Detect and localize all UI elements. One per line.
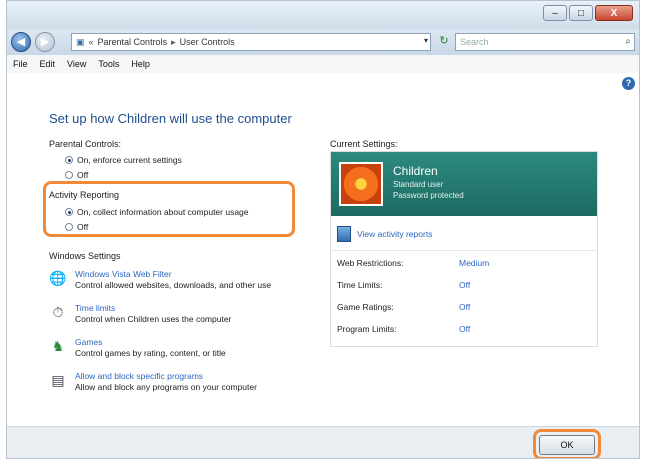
setting-row-web: Web Restrictions: Medium <box>337 258 587 268</box>
dialog-footer: OK <box>7 426 639 458</box>
parental-controls-label: Parental Controls: <box>49 139 122 149</box>
radio-unselected-icon <box>65 223 73 231</box>
user-type: Standard user <box>393 180 444 189</box>
menu-view[interactable]: View <box>67 59 86 69</box>
setting-value[interactable]: Off <box>459 324 470 334</box>
divider <box>331 250 597 251</box>
menu-edit[interactable]: Edit <box>40 59 56 69</box>
minimize-button[interactable]: – <box>543 5 567 21</box>
menu-bar: File Edit View Tools Help <box>7 55 639 74</box>
parental-on-label: On, enforce current settings <box>77 155 182 165</box>
title-bar: – □ X <box>7 1 639 29</box>
user-card: Children Standard user Password protecte… <box>331 152 597 216</box>
address-bar[interactable]: ▣ « Parental Controls ▸ User Controls ▾ <box>71 33 431 51</box>
windows-settings-label: Windows Settings <box>49 251 121 261</box>
main-content: ? Set up how Children will use the compu… <box>7 73 639 426</box>
user-name: Children <box>393 164 438 178</box>
breadcrumb-separator: « <box>88 37 94 47</box>
setting-row-programs: Program Limits: Off <box>337 324 587 334</box>
time-limits-item[interactable]: ⏱ Time limits Control when Children uses… <box>49 303 232 325</box>
programs-link[interactable]: Allow and block specific programs <box>75 371 257 382</box>
refresh-icon[interactable]: ↻ <box>433 34 455 50</box>
programs-item[interactable]: ▤ Allow and block specific programs Allo… <box>49 371 257 393</box>
web-filter-desc: Control allowed websites, downloads, and… <box>75 280 272 290</box>
radio-unselected-icon <box>65 171 73 179</box>
close-button[interactable]: X <box>595 5 633 21</box>
web-filter-link[interactable]: Windows Vista Web Filter <box>75 269 271 280</box>
setting-row-time: Time Limits: Off <box>337 280 587 290</box>
forward-button[interactable]: ▶ <box>35 32 55 52</box>
clock-icon: ⏱ <box>52 304 64 320</box>
parental-off-label: Off <box>77 170 89 180</box>
current-settings-label: Current Settings: <box>330 139 398 149</box>
help-icon[interactable]: ? <box>622 77 635 90</box>
games-link[interactable]: Games <box>75 337 226 348</box>
breadcrumb-user-controls[interactable]: User Controls <box>180 37 235 47</box>
activity-off-label: Off <box>77 222 89 232</box>
control-panel-icon: ▣ <box>76 36 85 47</box>
chevron-down-icon[interactable]: ▾ <box>424 36 428 45</box>
back-button[interactable]: ◀ <box>11 32 31 52</box>
time-limits-link[interactable]: Time limits <box>75 303 231 314</box>
search-input[interactable]: Search ⌕ <box>455 33 635 51</box>
window-controls: – □ X <box>543 5 633 21</box>
ok-button[interactable]: OK <box>539 435 595 455</box>
setting-row-games: Game Ratings: Off <box>337 302 587 312</box>
activity-on-label: On, collect information about computer u… <box>77 207 249 217</box>
parental-controls-window: – □ X ◀ ▶ ▣ « Parental Controls ▸ User C… <box>6 0 640 459</box>
view-activity-reports[interactable]: View activity reports <box>337 226 432 242</box>
breadcrumb-separator: ▸ <box>171 36 176 47</box>
setting-name: Game Ratings: <box>337 302 394 312</box>
navigation-bar: ◀ ▶ ▣ « Parental Controls ▸ User Control… <box>7 29 639 55</box>
game-icon: ♞ <box>51 338 65 354</box>
search-icon[interactable]: ⌕ <box>625 34 631 50</box>
maximize-button[interactable]: □ <box>569 5 593 21</box>
programs-icon: ▤ <box>51 372 65 388</box>
games-desc: Control games by rating, content, or tit… <box>75 348 226 358</box>
password-status: Password protected <box>393 191 464 200</box>
globe-icon: 🌐 <box>49 270 67 286</box>
programs-desc: Allow and block any programs on your com… <box>75 382 257 392</box>
menu-help[interactable]: Help <box>131 59 150 69</box>
activity-reporting-label: Activity Reporting <box>49 190 120 200</box>
parental-on-radio[interactable]: On, enforce current settings <box>65 155 182 165</box>
games-item[interactable]: ♞ Games Control games by rating, content… <box>49 337 226 359</box>
avatar <box>339 162 383 206</box>
setting-value[interactable]: Off <box>459 302 470 312</box>
menu-tools[interactable]: Tools <box>98 59 119 69</box>
search-placeholder: Search <box>460 37 489 47</box>
radio-selected-icon <box>65 208 73 216</box>
web-filter-item[interactable]: 🌐 Windows Vista Web Filter Control allow… <box>49 269 271 291</box>
menu-file[interactable]: File <box>13 59 28 69</box>
setting-name: Web Restrictions: <box>337 258 404 268</box>
setting-name: Time Limits: <box>337 280 383 290</box>
view-activity-reports-label: View activity reports <box>357 229 433 239</box>
setting-name: Program Limits: <box>337 324 397 334</box>
setting-value[interactable]: Off <box>459 280 470 290</box>
parental-off-radio[interactable]: Off <box>65 170 88 180</box>
setting-value[interactable]: Medium <box>459 258 489 268</box>
activity-off-radio[interactable]: Off <box>65 222 88 232</box>
current-settings-panel: Children Standard user Password protecte… <box>330 151 598 347</box>
page-title: Set up how Children will use the compute… <box>49 111 292 126</box>
radio-selected-icon <box>65 156 73 164</box>
activity-on-radio[interactable]: On, collect information about computer u… <box>65 207 249 217</box>
breadcrumb-parental-controls[interactable]: Parental Controls <box>98 37 168 47</box>
time-limits-desc: Control when Children uses the computer <box>75 314 232 324</box>
report-icon <box>337 226 351 242</box>
